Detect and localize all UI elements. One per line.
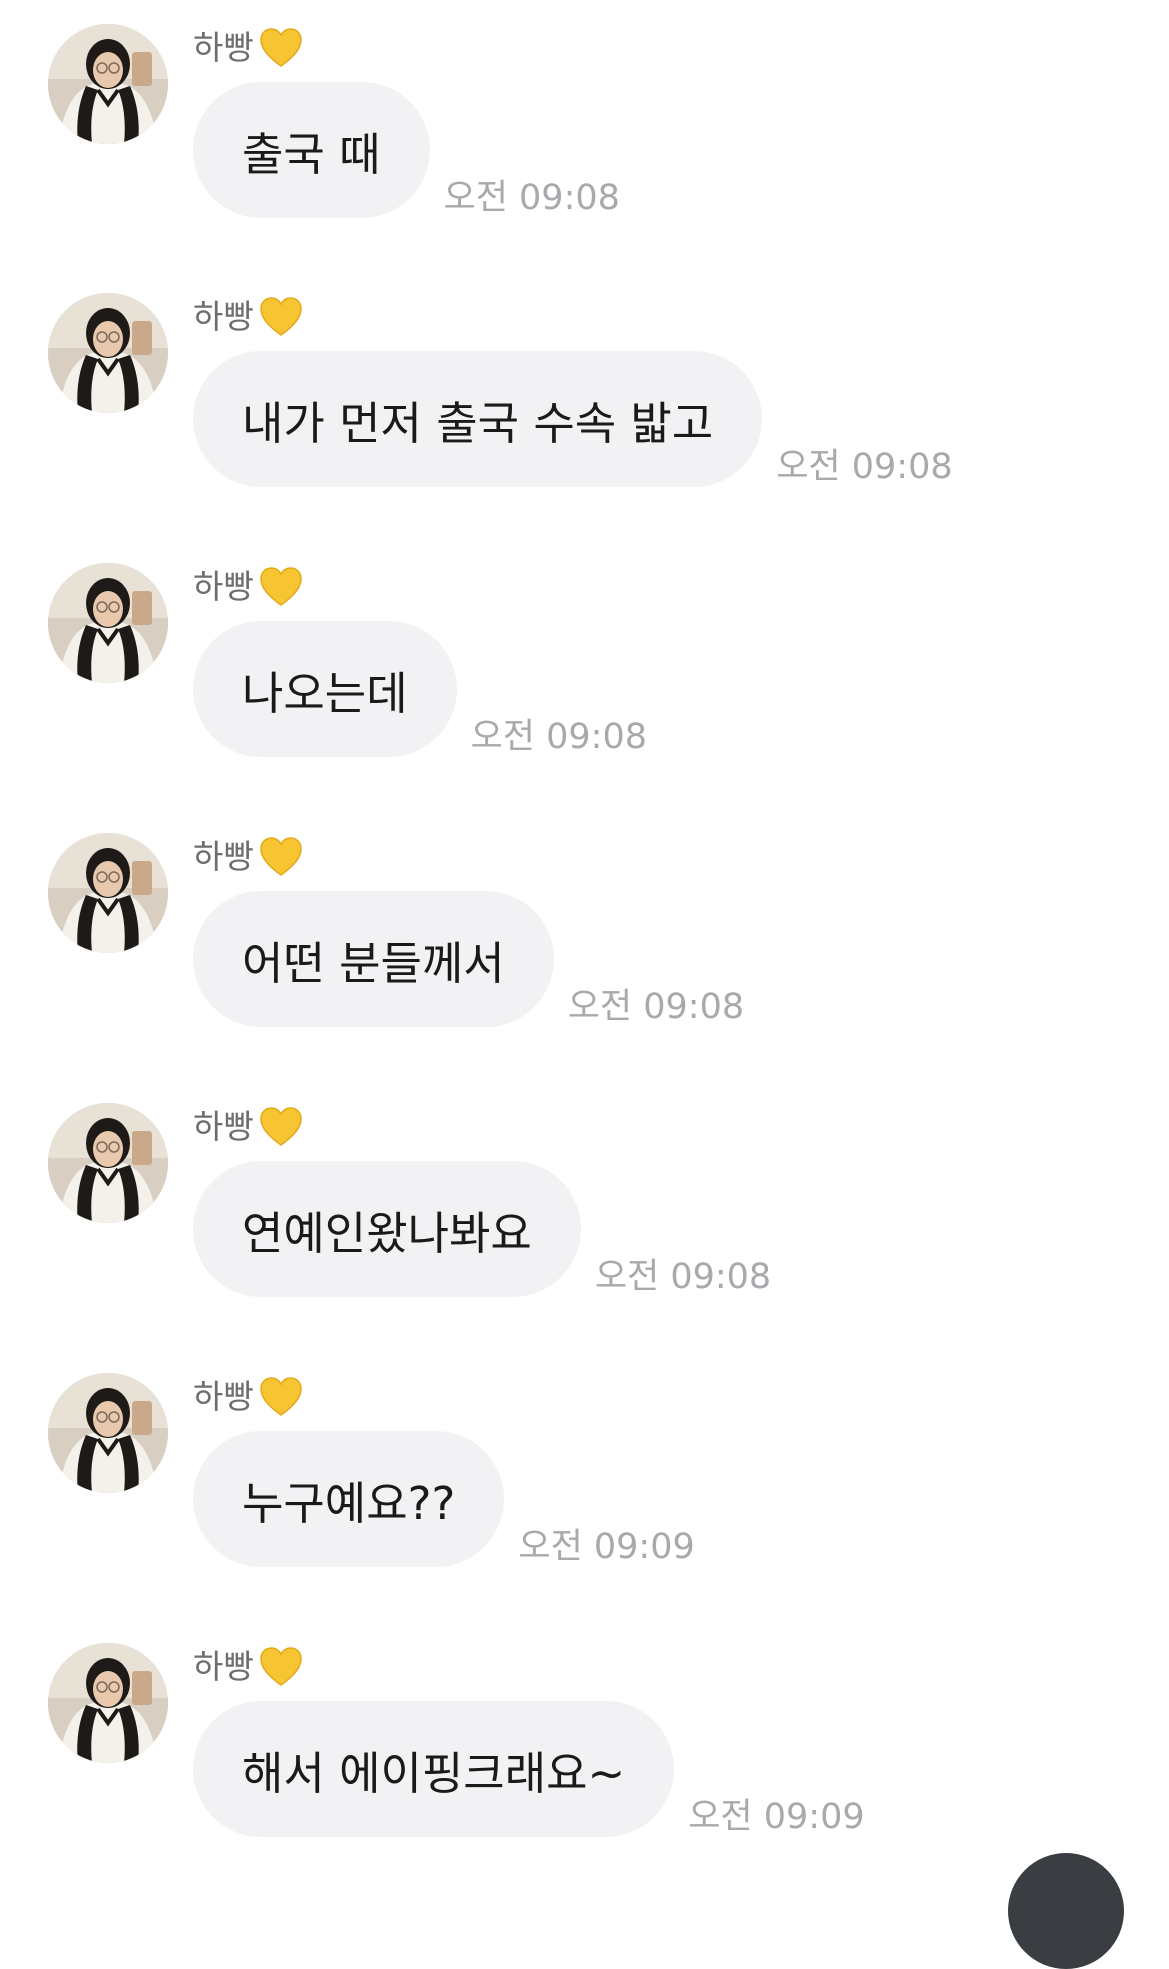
sender-name: 하빵 bbox=[193, 1377, 254, 1416]
yellow-heart-icon bbox=[258, 564, 304, 610]
bubble-line: 해서 에이핑크래요~ 오전 09:09 bbox=[193, 1701, 865, 1837]
yellow-heart-icon bbox=[258, 1104, 304, 1150]
sender: 하빵 bbox=[193, 1103, 304, 1151]
sender-name: 하빵 bbox=[193, 1647, 254, 1686]
avatar[interactable] bbox=[48, 1373, 168, 1493]
yellow-heart-icon bbox=[258, 294, 304, 340]
message-timestamp: 오전 09:08 bbox=[594, 1257, 772, 1297]
message-bubble[interactable]: 나오는데 bbox=[193, 621, 457, 757]
message-bubble[interactable]: 누구예요?? bbox=[193, 1431, 505, 1567]
sender: 하빵 bbox=[193, 833, 304, 881]
message-row: 하빵 누구예요?? 오전 09:09 bbox=[0, 1373, 1169, 1593]
sender-name: 하빵 bbox=[193, 837, 254, 876]
message-timestamp: 오전 09:08 bbox=[470, 717, 647, 757]
message-timestamp: 오전 09:08 bbox=[776, 447, 953, 487]
message-timestamp: 오전 09:09 bbox=[688, 1797, 865, 1837]
sender-name: 하빵 bbox=[193, 28, 254, 67]
avatar[interactable] bbox=[48, 24, 168, 144]
sender: 하빵 bbox=[193, 1373, 304, 1421]
message-bubble[interactable]: 연예인왔나봐요 bbox=[193, 1161, 581, 1297]
bubble-line: 연예인왔나봐요 오전 09:08 bbox=[193, 1161, 771, 1297]
sender: 하빵 bbox=[193, 1643, 304, 1691]
message-bubble[interactable]: 출국 때 bbox=[193, 82, 430, 218]
sender-name: 하빵 bbox=[193, 1107, 254, 1146]
message-row: 하빵 나오는데 오전 09:08 bbox=[0, 563, 1169, 783]
avatar[interactable] bbox=[48, 563, 168, 683]
scroll-to-bottom-button[interactable] bbox=[1008, 1853, 1124, 1969]
avatar[interactable] bbox=[48, 293, 168, 413]
avatar[interactable] bbox=[48, 833, 168, 953]
message-row: 하빵 해서 에이핑크래요~ 오전 09:09 bbox=[0, 1643, 1169, 1863]
yellow-heart-icon bbox=[258, 25, 304, 71]
yellow-heart-icon bbox=[258, 1374, 304, 1420]
bubble-line: 누구예요?? 오전 09:09 bbox=[193, 1431, 695, 1567]
message-timestamp: 오전 09:09 bbox=[518, 1527, 695, 1567]
yellow-heart-icon bbox=[258, 1644, 304, 1690]
bubble-line: 나오는데 오전 09:08 bbox=[193, 621, 647, 757]
sender: 하빵 bbox=[193, 24, 304, 72]
avatar[interactable] bbox=[48, 1643, 168, 1763]
message-row: 하빵 내가 먼저 출국 수속 밟고 오전 09:08 bbox=[0, 293, 1169, 513]
message-bubble[interactable]: 해서 에이핑크래요~ bbox=[193, 1701, 675, 1837]
message-row: 하빵 출국 때 오전 09:08 bbox=[0, 24, 1169, 244]
sender-name: 하빵 bbox=[193, 567, 254, 606]
bubble-line: 출국 때 오전 09:08 bbox=[193, 82, 620, 218]
avatar[interactable] bbox=[48, 1103, 168, 1223]
message-row: 하빵 어떤 분들께서 오전 09:08 bbox=[0, 833, 1169, 1053]
message-timestamp: 오전 09:08 bbox=[443, 178, 620, 218]
yellow-heart-icon bbox=[258, 834, 304, 880]
message-row: 하빵 연예인왔나봐요 오전 09:08 bbox=[0, 1103, 1169, 1323]
sender: 하빵 bbox=[193, 293, 304, 341]
message-bubble[interactable]: 어떤 분들께서 bbox=[193, 891, 554, 1027]
bubble-line: 내가 먼저 출국 수속 밟고 오전 09:08 bbox=[193, 351, 953, 487]
message-bubble[interactable]: 내가 먼저 출국 수속 밟고 bbox=[193, 351, 763, 487]
bubble-line: 어떤 분들께서 오전 09:08 bbox=[193, 891, 744, 1027]
chat-message-list[interactable]: 하빵 출국 때 오전 09:08 하빵 내가 먼저 출국 수속 밟고 오전 09… bbox=[0, 0, 1169, 1969]
message-timestamp: 오전 09:08 bbox=[567, 987, 745, 1027]
sender: 하빵 bbox=[193, 563, 304, 611]
sender-name: 하빵 bbox=[193, 297, 254, 336]
